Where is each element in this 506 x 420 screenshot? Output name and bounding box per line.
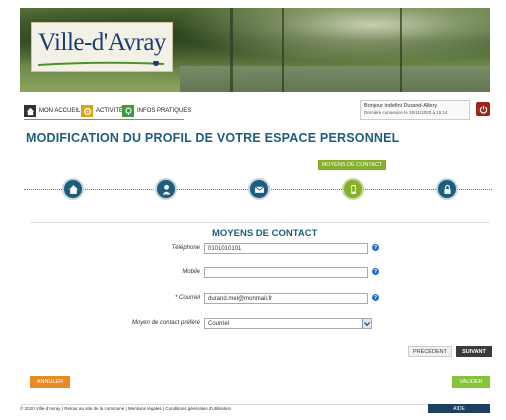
user-info: Bonjour indefini Durand-Allery Dernière …	[360, 100, 470, 120]
section-title: MOYENS DE CONTACT	[212, 228, 318, 239]
step-contact[interactable]	[342, 178, 364, 200]
logo-swoosh-icon	[38, 61, 164, 66]
lock-icon	[443, 184, 451, 194]
user-icon	[162, 184, 170, 194]
current-step-label: MOYENS DE CONTACT	[318, 160, 386, 170]
chevron-down-icon[interactable]	[362, 319, 371, 328]
banner-pond	[180, 66, 490, 92]
nav-item-accueil[interactable]: MON ACCUEIL	[24, 104, 80, 118]
step-address[interactable]	[248, 178, 270, 200]
nav-item-activites[interactable]: ACTIVITÉS	[81, 104, 127, 118]
page-title: MODIFICATION DU PROFIL DE VOTRE ESPACE P…	[26, 131, 400, 145]
preferred-contact-label: Moyen de contact préféré	[131, 320, 200, 326]
help-icon[interactable]: ?	[372, 294, 379, 301]
logout-button[interactable]	[476, 102, 490, 116]
banner-tree-trunk	[282, 8, 284, 92]
footer: © 2020 Ville-d'Avray | Retour au site de…	[20, 404, 490, 413]
help-icon[interactable]: ?	[372, 268, 379, 275]
phone-icon	[350, 184, 356, 194]
power-icon	[479, 105, 487, 113]
step-identity[interactable]	[155, 178, 177, 200]
telephone-label: Téléphone	[171, 245, 200, 251]
header-banner: Ville-d'Avray	[20, 8, 490, 92]
home-icon	[68, 184, 78, 194]
banner-tree-trunk	[400, 8, 402, 92]
user-greeting: Bonjour indefini Durand-Allery	[364, 103, 438, 109]
validate-button[interactable]: VALIDER	[452, 376, 490, 388]
nav-item-infos-pratiques[interactable]: INFOS PRATIQUES	[122, 104, 191, 118]
info-icon	[122, 105, 134, 117]
page: Ville-d'Avray MON ACCUEIL ACTIVITÉS INFO…	[0, 0, 506, 420]
home-icon	[24, 105, 36, 117]
preferred-contact-value: Courriel	[208, 320, 230, 327]
telephone-field[interactable]: 0101010101	[204, 243, 368, 254]
mobile-label: Mobile	[182, 269, 200, 275]
nav-item-label: MON ACCUEIL	[39, 108, 81, 114]
previous-button[interactable]: PRÉCÉDENT	[408, 346, 452, 357]
nav-divider	[24, 119, 184, 120]
cancel-button[interactable]: ANNULER	[30, 376, 70, 388]
nav-item-label: INFOS PRATIQUES	[137, 108, 192, 114]
site-logo[interactable]: Ville-d'Avray	[31, 22, 173, 72]
logo-text: Ville-d'Avray	[38, 29, 166, 56]
envelope-icon	[254, 185, 264, 193]
help-icon[interactable]: ?	[372, 244, 379, 251]
footer-links[interactable]: © 2020 Ville-d'Avray | Retour au site de…	[20, 406, 231, 411]
help-button[interactable]: AIDE	[428, 404, 490, 413]
email-field[interactable]: durand.mel@monmail.fr	[204, 293, 368, 304]
step-home[interactable]	[62, 178, 84, 200]
mobile-field[interactable]	[204, 267, 368, 278]
next-button[interactable]: SUIVANT	[456, 346, 492, 357]
main-nav: MON ACCUEIL ACTIVITÉS INFOS PRATIQUES	[24, 104, 324, 118]
email-label: * Courriel	[174, 295, 200, 301]
preferred-contact-select[interactable]: Courriel	[204, 318, 372, 329]
last-login: Dernière connexion le 18/11/2020 à 15:14	[364, 110, 448, 115]
step-security[interactable]	[436, 178, 458, 200]
banner-tree-trunk	[230, 8, 233, 92]
activities-icon	[81, 105, 93, 117]
